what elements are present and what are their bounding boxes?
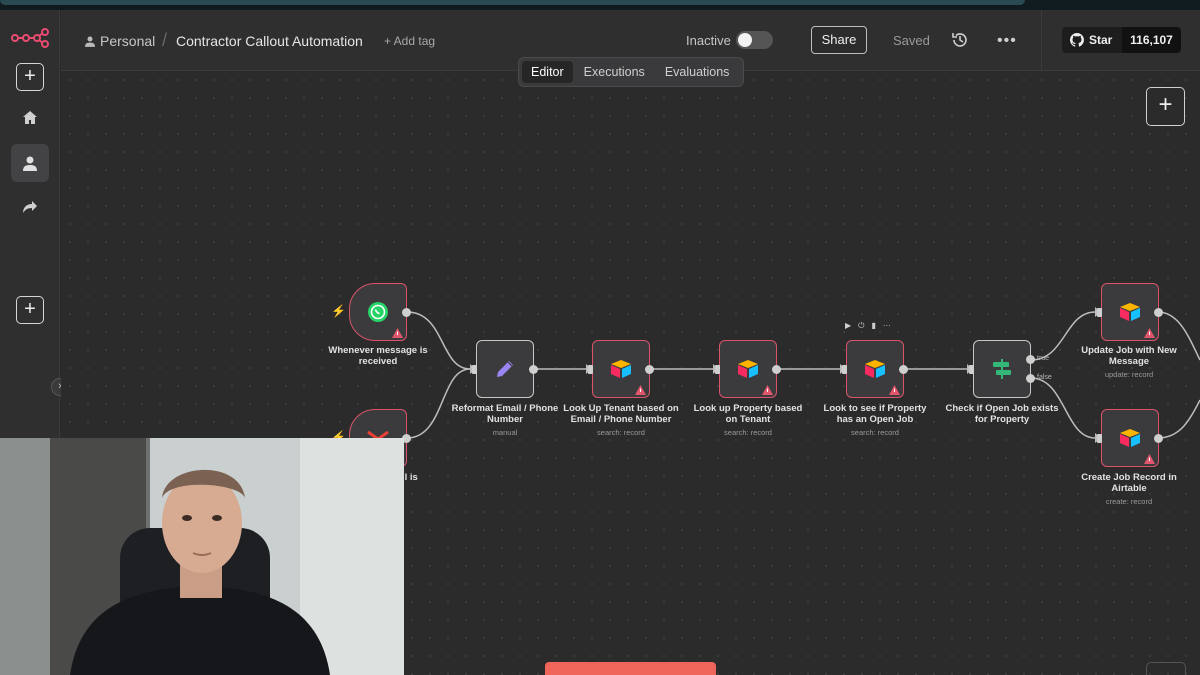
node-label: Check if Open Job exists for Property <box>945 403 1059 425</box>
warning-icon <box>392 328 403 338</box>
node-sublabel: manual <box>492 428 518 437</box>
node-label: Look Up Tenant based on Email / Phone Nu… <box>563 403 679 425</box>
if-branch-icon <box>993 359 1011 379</box>
node-lookup-tenant[interactable] <box>588 340 654 398</box>
webcam-overlay <box>0 438 404 675</box>
node-whatsapp-trigger[interactable] <box>349 283 411 341</box>
pencil-icon <box>497 361 513 377</box>
node-sublabel: search: record <box>724 428 772 437</box>
airtable-icon <box>738 360 758 378</box>
node-sublabel: search: record <box>597 428 645 437</box>
node-sublabel: update: record <box>1104 370 1154 379</box>
connection-create-offscreen <box>1157 399 1200 439</box>
node-label: Reformat Email / Phone Number <box>451 403 559 425</box>
warning-icon <box>1144 454 1155 464</box>
node-lookup-property[interactable] <box>715 340 781 398</box>
airtable-icon <box>1120 303 1140 321</box>
node-reformat[interactable] <box>472 340 538 398</box>
node-label: Update Job with New Message <box>1081 345 1177 367</box>
warning-icon <box>762 385 773 395</box>
more-icon[interactable]: ··· <box>883 321 891 331</box>
warning-icon <box>1144 328 1155 338</box>
node-if-open-job[interactable] <box>969 340 1035 398</box>
branch-false-label: false <box>1037 374 1052 381</box>
node-check-open-job[interactable] <box>842 340 908 398</box>
airtable-icon <box>865 360 885 378</box>
airtable-icon <box>1120 429 1140 447</box>
node-update-job[interactable] <box>1097 283 1163 341</box>
node-label: Look up Property based on Tenant <box>693 403 803 425</box>
bottom-right-control[interactable] <box>1146 662 1186 675</box>
node-label: Create Job Record in Airtable <box>1081 472 1177 494</box>
node-toolbar: ▶ ⏻ ▮ ··· <box>845 321 891 331</box>
node-sublabel: search: record <box>851 428 899 437</box>
trash-icon[interactable]: ▮ <box>871 321 875 331</box>
power-icon[interactable]: ⏻ <box>858 321 864 331</box>
warning-icon <box>889 385 900 395</box>
node-label: Whenever message is received <box>328 345 428 367</box>
node-create-job[interactable] <box>1097 409 1163 467</box>
play-icon[interactable]: ▶ <box>845 321 851 331</box>
whatsapp-icon <box>368 302 388 322</box>
airtable-icon <box>611 360 631 378</box>
node-sublabel: create: record <box>1105 497 1153 506</box>
bottom-action-button[interactable] <box>545 662 716 675</box>
warning-icon <box>635 385 646 395</box>
trigger-bolt-icon: ⚡ <box>331 304 346 318</box>
node-label: Look to see if Property has an Open Job <box>823 403 927 425</box>
branch-true-label: true <box>1037 355 1050 362</box>
